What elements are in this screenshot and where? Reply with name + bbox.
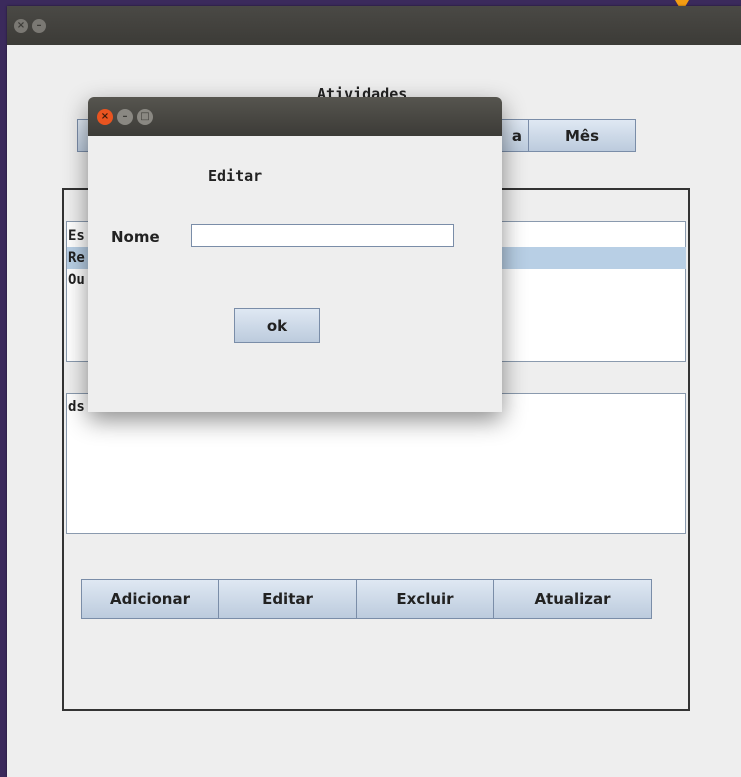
minimize-icon[interactable]: – — [117, 109, 133, 125]
name-field[interactable] — [191, 224, 454, 247]
dialog-titlebar[interactable]: × – □ — [88, 97, 502, 136]
add-button[interactable]: Adicionar — [81, 579, 219, 619]
name-label: Nome — [111, 228, 160, 246]
dialog-heading: Editar — [208, 167, 263, 185]
main-titlebar[interactable]: × – — [7, 6, 741, 45]
tab-month[interactable]: Mês — [528, 119, 636, 152]
refresh-button[interactable]: Atualizar — [493, 579, 652, 619]
close-icon[interactable]: × — [14, 19, 28, 33]
edit-dialog: × – □ Editar Nome ok — [88, 97, 502, 412]
minimize-icon[interactable]: – — [32, 19, 46, 33]
detail-text-area[interactable]: ds — [66, 393, 686, 534]
ok-button[interactable]: ok — [234, 308, 320, 343]
close-icon[interactable]: × — [97, 109, 113, 125]
edit-button[interactable]: Editar — [218, 579, 357, 619]
maximize-icon[interactable]: □ — [137, 109, 153, 125]
delete-button[interactable]: Excluir — [356, 579, 494, 619]
